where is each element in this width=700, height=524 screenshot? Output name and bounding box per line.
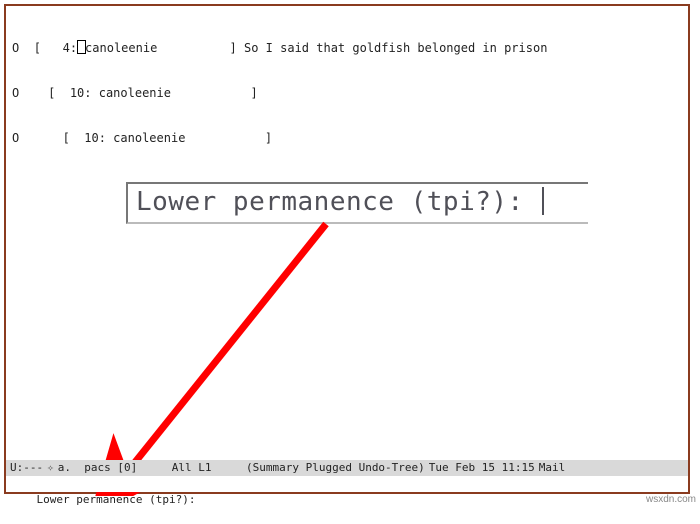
mode-line[interactable]: U:--- ✧ a. pacs [0] All L1 (Summary Plug… — [6, 460, 688, 476]
watermark-text: wsxdn.com — [646, 494, 696, 505]
callout-text: Lower permanence (tpi?): — [136, 187, 540, 217]
minibuffer-prompt: Lower permanence (tpi?): — [37, 493, 203, 506]
summary-row[interactable]: O [ 10: canoleenie ] — [12, 131, 682, 146]
modeline-glyph-icon: ✧ — [47, 460, 54, 476]
callout-zoom-box: Lower permanence (tpi?): — [126, 182, 588, 224]
from-field: canoleenie — [92, 86, 171, 100]
summary-row[interactable]: O [ 10: canoleenie ] — [12, 86, 682, 101]
article-count: 10: — [55, 86, 91, 100]
emacs-frame: O [ 4:canoleenie ] So I said that goldfi… — [4, 4, 690, 494]
modeline-modified: U:--- — [10, 460, 43, 476]
callout-cursor-icon — [542, 187, 544, 215]
modeline-buffer-name: a. pacs [0] — [58, 460, 137, 476]
summary-row[interactable]: O [ 4:canoleenie ] So I said that goldfi… — [12, 40, 682, 56]
subject-field: So I said that goldfish belonged in pris… — [244, 41, 547, 55]
modeline-tail: Mail — [539, 460, 566, 476]
article-count: 10: — [70, 131, 106, 145]
from-field: canoleenie — [106, 131, 185, 145]
modeline-position: All L1 — [172, 460, 212, 476]
summary-buffer[interactable]: O [ 4:canoleenie ] So I said that goldfi… — [6, 6, 688, 176]
modeline-modes: (Summary Plugged Undo-Tree) — [246, 460, 425, 476]
minibuffer[interactable]: Lower permanence (tpi?): — [6, 476, 688, 492]
modeline-time: Tue Feb 15 11:15 — [429, 460, 535, 476]
from-field: canoleenie — [85, 41, 157, 55]
article-count: 4: — [41, 41, 77, 55]
